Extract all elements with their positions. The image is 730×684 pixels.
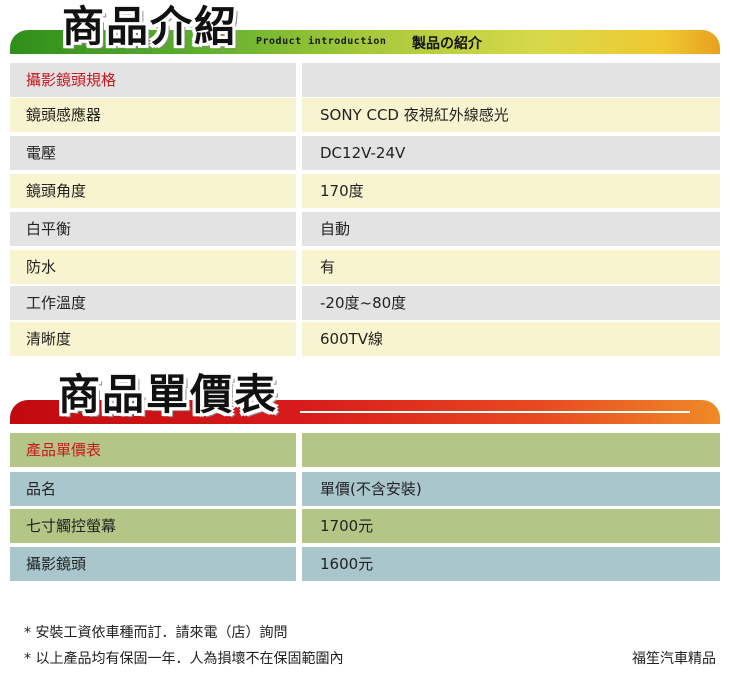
spec-label: 清晰度 (26, 330, 72, 348)
spec-label: 鏡頭感應器 (26, 106, 102, 124)
spec-header-label: 攝影鏡頭規格 (26, 71, 117, 89)
banner-divider (300, 411, 690, 413)
table-row: 鏡頭感應器 SONY CCD 夜視紅外線感光 (10, 98, 720, 132)
spec-value: -20度~80度 (320, 294, 407, 312)
price-label: 七寸觸控螢幕 (26, 517, 117, 535)
table-row: 鏡頭角度 170度 (10, 174, 720, 208)
table-row: 工作溫度 -20度~80度 (10, 286, 720, 320)
spec-label: 白平衡 (26, 220, 72, 238)
price-value: 1700元 (320, 517, 374, 535)
spec-value: 600TV線 (320, 330, 384, 348)
spec-label: 鏡頭角度 (26, 182, 87, 200)
price-list-banner: 商品單價表 (0, 370, 730, 430)
spec-label: 電壓 (26, 144, 57, 162)
section-title: 商品介紹 (62, 2, 239, 51)
table-row: 白平衡 自動 (10, 212, 720, 246)
footer-note: * 安裝工資依車種而訂．請來電（店）詢問 (24, 625, 288, 641)
price-header-label: 產品單價表 (26, 441, 102, 459)
product-intro-banner: 商品介紹 Product introduction 製品の紹介 (0, 0, 730, 62)
table-row: 七寸觸控螢幕 1700元 (10, 509, 720, 543)
table-row: 品名 單價(不含安裝) (10, 472, 720, 506)
footer-note: * 以上產品均有保固一年．人為損壞不在保固範圍內 (24, 651, 344, 667)
price-label: 攝影鏡頭 (26, 555, 87, 573)
table-row: 防水 有 (10, 250, 720, 284)
price-table-header: 產品單價表 (10, 433, 720, 467)
spec-value: SONY CCD 夜視紅外線感光 (320, 106, 509, 124)
spec-value: DC12V-24V (320, 144, 406, 162)
spec-label: 工作溫度 (26, 294, 87, 312)
brand-name: 福笙汽車精品 (632, 651, 716, 667)
table-row: 清晰度 600TV線 (10, 322, 720, 356)
table-row: 攝影鏡頭 1600元 (10, 547, 720, 581)
spec-label: 防水 (26, 258, 57, 276)
spec-value: 170度 (320, 182, 364, 200)
price-value: 單價(不含安裝) (320, 480, 422, 498)
price-value: 1600元 (320, 555, 374, 573)
spec-table-header: 攝影鏡頭規格 (10, 63, 720, 97)
table-row: 電壓 DC12V-24V (10, 136, 720, 170)
spec-value: 自動 (320, 220, 351, 238)
section-subtitle-en: Product introduction (256, 36, 387, 47)
section-title: 商品單價表 (58, 370, 279, 419)
section-subtitle-jp: 製品の紹介 (412, 36, 482, 52)
price-label: 品名 (26, 480, 57, 498)
spec-value: 有 (320, 258, 336, 276)
